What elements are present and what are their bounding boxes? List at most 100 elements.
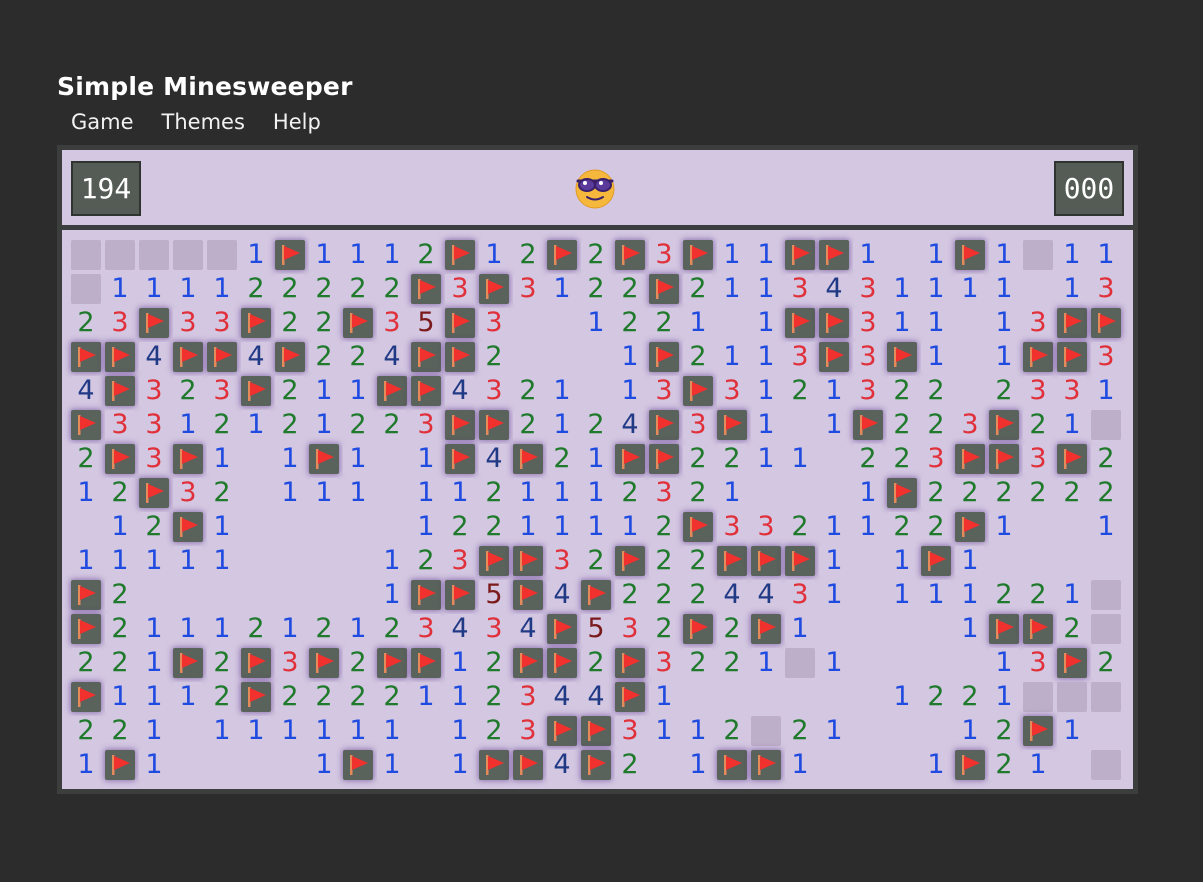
number-cell[interactable]: 2 [309, 342, 339, 372]
number-cell[interactable]: 4 [547, 750, 577, 780]
number-cell[interactable]: 2 [275, 308, 305, 338]
flagged-cell[interactable] [955, 444, 985, 474]
flagged-cell[interactable] [479, 750, 509, 780]
flagged-cell[interactable] [105, 750, 135, 780]
number-cell[interactable]: 3 [717, 376, 747, 406]
number-cell[interactable]: 2 [921, 512, 951, 542]
number-cell[interactable]: 2 [921, 478, 951, 508]
number-cell[interactable]: 1 [71, 750, 101, 780]
empty-cell[interactable] [853, 546, 883, 576]
flagged-cell[interactable] [547, 648, 577, 678]
number-cell[interactable]: 4 [479, 444, 509, 474]
number-cell[interactable]: 2 [989, 478, 1019, 508]
number-cell[interactable]: 1 [173, 614, 203, 644]
number-cell[interactable]: 1 [445, 682, 475, 712]
number-cell[interactable]: 4 [819, 274, 849, 304]
number-cell[interactable]: 5 [479, 580, 509, 610]
empty-cell[interactable] [1023, 274, 1053, 304]
number-cell[interactable]: 1 [377, 546, 407, 576]
number-cell[interactable]: 1 [581, 308, 611, 338]
number-cell[interactable]: 2 [377, 682, 407, 712]
empty-cell[interactable] [785, 682, 815, 712]
flagged-cell[interactable] [513, 546, 543, 576]
flagged-cell[interactable] [615, 546, 645, 576]
empty-cell[interactable] [887, 750, 917, 780]
number-cell[interactable]: 2 [1091, 478, 1121, 508]
number-cell[interactable]: 1 [615, 376, 645, 406]
number-cell[interactable]: 2 [343, 682, 373, 712]
empty-cell[interactable] [785, 478, 815, 508]
flagged-cell[interactable] [683, 376, 713, 406]
number-cell[interactable]: 2 [581, 274, 611, 304]
empty-cell[interactable] [751, 478, 781, 508]
empty-cell[interactable] [411, 750, 441, 780]
number-cell[interactable]: 3 [1023, 444, 1053, 474]
number-cell[interactable]: 2 [955, 478, 985, 508]
hidden-cell[interactable] [105, 240, 135, 270]
empty-cell[interactable] [887, 716, 917, 746]
number-cell[interactable]: 2 [683, 444, 713, 474]
number-cell[interactable]: 3 [1023, 376, 1053, 406]
number-cell[interactable]: 1 [989, 682, 1019, 712]
number-cell[interactable]: 2 [547, 444, 577, 474]
number-cell[interactable]: 1 [989, 274, 1019, 304]
flagged-cell[interactable] [445, 410, 475, 440]
empty-cell[interactable] [241, 512, 271, 542]
empty-cell[interactable] [173, 750, 203, 780]
number-cell[interactable]: 2 [989, 716, 1019, 746]
number-cell[interactable]: 1 [751, 308, 781, 338]
number-cell[interactable]: 3 [785, 274, 815, 304]
number-cell[interactable]: 1 [513, 512, 543, 542]
hidden-cell[interactable] [71, 240, 101, 270]
number-cell[interactable]: 1 [547, 478, 577, 508]
empty-cell[interactable] [1057, 512, 1087, 542]
number-cell[interactable]: 1 [1057, 240, 1087, 270]
number-cell[interactable]: 3 [683, 410, 713, 440]
number-cell[interactable]: 2 [649, 308, 679, 338]
number-cell[interactable]: 1 [1057, 410, 1087, 440]
number-cell[interactable]: 1 [173, 410, 203, 440]
number-cell[interactable]: 2 [173, 376, 203, 406]
empty-cell[interactable] [547, 342, 577, 372]
empty-cell[interactable] [1023, 512, 1053, 542]
flagged-cell[interactable] [105, 444, 135, 474]
empty-cell[interactable] [1023, 546, 1053, 576]
number-cell[interactable]: 4 [751, 580, 781, 610]
number-cell[interactable]: 3 [649, 376, 679, 406]
empty-cell[interactable] [955, 308, 985, 338]
flagged-cell[interactable] [887, 478, 917, 508]
sunglasses-face-icon[interactable] [574, 167, 616, 209]
number-cell[interactable]: 1 [717, 478, 747, 508]
flagged-cell[interactable] [547, 240, 577, 270]
number-cell[interactable]: 1 [853, 512, 883, 542]
number-cell[interactable]: 1 [207, 274, 237, 304]
empty-cell[interactable] [343, 580, 373, 610]
number-cell[interactable]: 1 [479, 240, 509, 270]
empty-cell[interactable] [819, 682, 849, 712]
flagged-cell[interactable] [751, 614, 781, 644]
number-cell[interactable]: 2 [105, 648, 135, 678]
number-cell[interactable]: 3 [479, 376, 509, 406]
number-cell[interactable]: 2 [479, 478, 509, 508]
number-cell[interactable]: 3 [513, 274, 543, 304]
flagged-cell[interactable] [819, 308, 849, 338]
number-cell[interactable]: 2 [1023, 410, 1053, 440]
flagged-cell[interactable] [955, 750, 985, 780]
number-cell[interactable]: 4 [377, 342, 407, 372]
number-cell[interactable]: 2 [683, 342, 713, 372]
number-cell[interactable]: 1 [955, 546, 985, 576]
empty-cell[interactable] [853, 614, 883, 644]
hidden-cell[interactable] [785, 648, 815, 678]
number-cell[interactable]: 2 [105, 478, 135, 508]
number-cell[interactable]: 2 [275, 274, 305, 304]
flagged-cell[interactable] [445, 342, 475, 372]
number-cell[interactable]: 3 [955, 410, 985, 440]
number-cell[interactable]: 1 [887, 682, 917, 712]
number-cell[interactable]: 1 [1023, 750, 1053, 780]
flagged-cell[interactable] [1023, 716, 1053, 746]
number-cell[interactable]: 1 [751, 444, 781, 474]
number-cell[interactable]: 2 [581, 648, 611, 678]
number-cell[interactable]: 1 [377, 750, 407, 780]
number-cell[interactable]: 2 [207, 682, 237, 712]
number-cell[interactable]: 2 [275, 682, 305, 712]
